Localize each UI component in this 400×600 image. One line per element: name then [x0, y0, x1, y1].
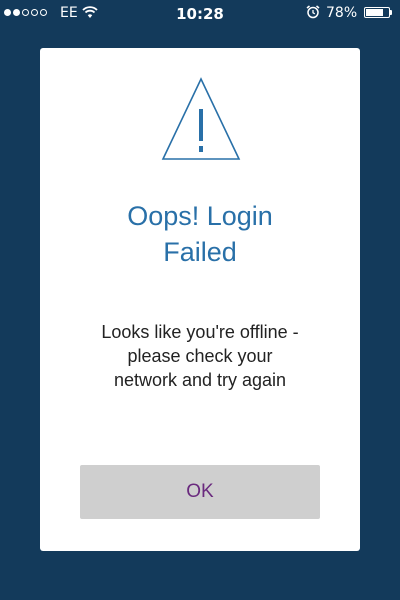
battery-tip	[390, 10, 392, 15]
dialog-title-line: Oops! Login	[127, 201, 273, 231]
dialog-title: Oops! Login Failed	[60, 198, 340, 270]
dialog-message-line: Looks like you're offline -	[101, 322, 299, 342]
dialog-title-line: Failed	[163, 237, 237, 267]
battery-percent: 78%	[326, 5, 358, 21]
dialog-message-line: please check your	[127, 346, 273, 366]
dialog-message-line: network and try again	[113, 370, 287, 390]
ok-button[interactable]: OK	[80, 465, 320, 519]
warning-triangle-icon	[161, 77, 241, 160]
alarm-clock-icon	[306, 5, 320, 23]
screen: EE 10:28 78% Oops! Login Failed Looks li…	[0, 0, 400, 600]
battery-level-fill	[366, 9, 384, 16]
login-failed-dialog: Oops! Login Failed Looks like you're off…	[40, 48, 360, 551]
dialog-message: Looks like you're offline - please check…	[60, 320, 340, 392]
status-bar: EE 10:28 78%	[0, 0, 400, 26]
battery-icon	[364, 7, 390, 18]
